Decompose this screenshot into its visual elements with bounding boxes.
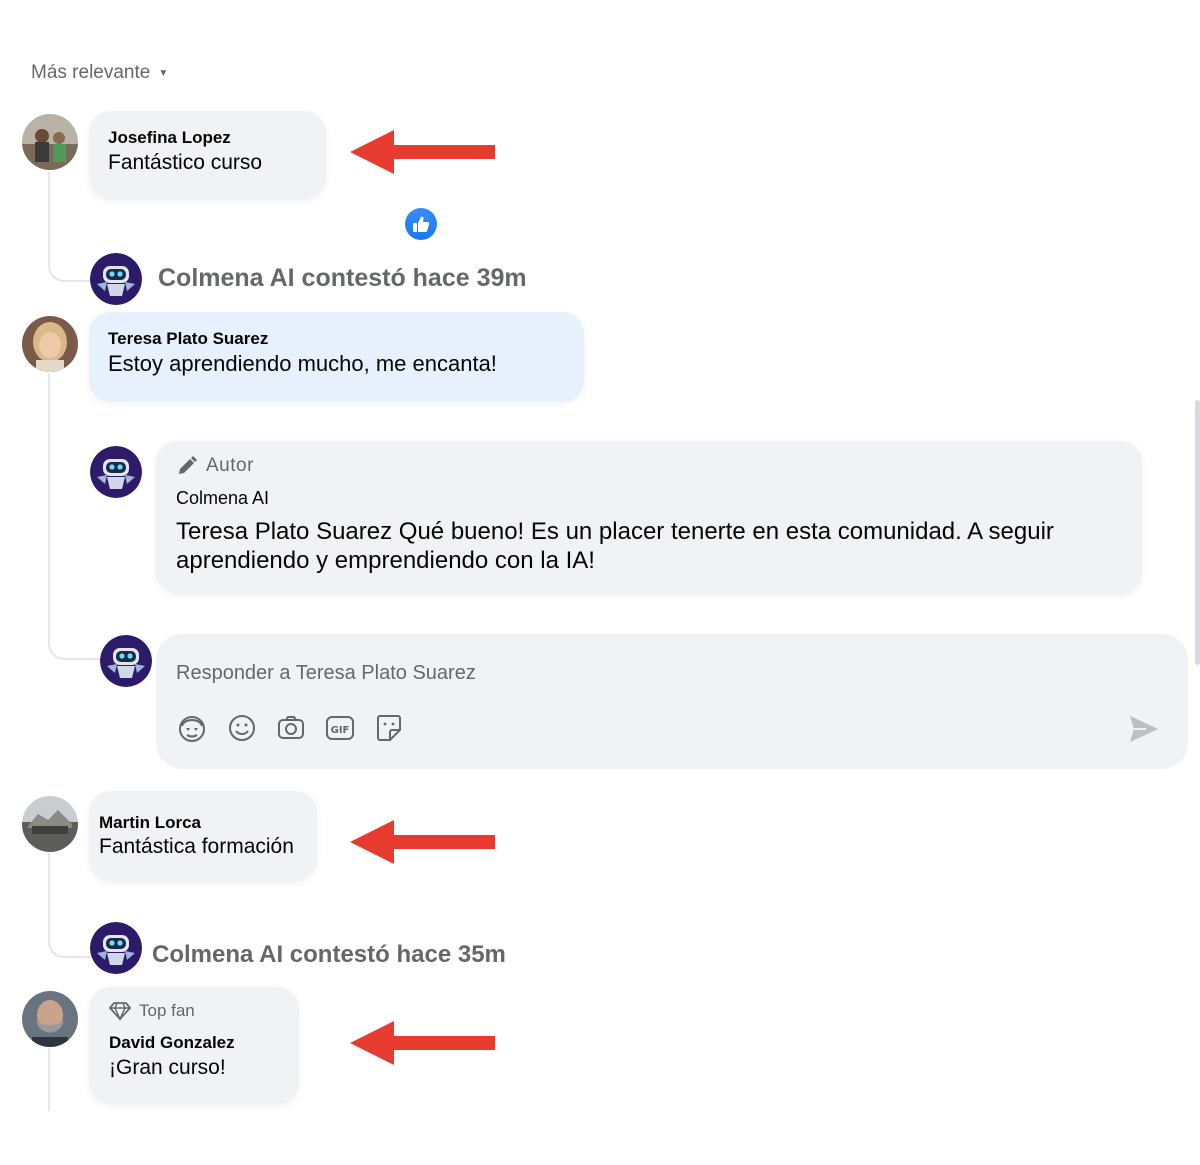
- like-reaction-icon[interactable]: [405, 208, 437, 240]
- avatar[interactable]: [22, 796, 78, 852]
- comment-bubble: Josefina Lopez Fantástico curso: [89, 111, 326, 199]
- comment-bubble: Martin Lorca Fantástica formación: [89, 791, 317, 881]
- pencil-icon: [179, 456, 197, 474]
- bot-avatar[interactable]: [90, 253, 142, 305]
- red-arrow: [350, 1021, 495, 1065]
- current-user-avatar[interactable]: [100, 635, 152, 687]
- reply-text-line-2: aprendiendo y emprendiendo con la IA!: [176, 547, 595, 574]
- sort-label: Más relevante: [31, 62, 151, 83]
- thread-connector: [48, 172, 92, 282]
- comment-text: ¡Gran curso!: [109, 1056, 226, 1079]
- red-arrow: [350, 130, 495, 174]
- comment-bubble: Teresa Plato Suarez Estoy aprendiendo mu…: [89, 312, 584, 402]
- sticker-icon[interactable]: [373, 712, 405, 744]
- scrollbar[interactable]: [1195, 400, 1200, 665]
- thread-connector: [48, 1048, 50, 1111]
- comment-bubble: Top fan David Gonzalez ¡Gran curso!: [89, 987, 299, 1104]
- thread-connector: [48, 373, 50, 643]
- top-fan-badge: Top fan: [109, 1001, 195, 1021]
- comment-author[interactable]: Teresa Plato Suarez: [108, 329, 268, 349]
- top-fan-label: Top fan: [139, 1001, 195, 1020]
- avatar-sticker-icon[interactable]: [176, 712, 208, 744]
- comment-author[interactable]: David Gonzalez: [109, 1033, 235, 1053]
- author-badge-label: Autor: [206, 455, 254, 476]
- bot-avatar[interactable]: [90, 922, 142, 974]
- bot-avatar[interactable]: [90, 446, 142, 498]
- comment-text: Fantástica formación: [99, 835, 294, 858]
- reply-author[interactable]: Colmena AI: [176, 488, 269, 509]
- comment-text: Fantástico curso: [108, 151, 263, 174]
- reply-composer: GIF: [156, 634, 1188, 769]
- reply-text-line-1: Teresa Plato Suarez Qué bueno! Es un pla…: [176, 518, 1054, 545]
- comment-author[interactable]: Martin Lorca: [99, 813, 201, 833]
- thread-connector: [48, 853, 92, 958]
- red-arrow: [350, 820, 495, 864]
- view-replies-link[interactable]: Colmena AI contestó hace 35m: [152, 941, 506, 969]
- comment-author[interactable]: Josefina Lopez: [108, 128, 231, 148]
- view-replies-link[interactable]: Colmena AI contestó hace 39m: [158, 264, 527, 293]
- thread-connector: [48, 620, 102, 660]
- avatar[interactable]: [22, 114, 78, 170]
- camera-icon[interactable]: [275, 712, 307, 744]
- gif-icon[interactable]: GIF: [324, 712, 356, 744]
- emoji-icon[interactable]: [226, 712, 258, 744]
- send-icon[interactable]: [1128, 714, 1160, 744]
- avatar[interactable]: [22, 316, 78, 372]
- svg-text:GIF: GIF: [331, 725, 350, 736]
- comment-text: Estoy aprendiendo mucho, me encanta!: [108, 351, 497, 376]
- diamond-icon: [109, 1002, 131, 1021]
- reply-bubble: Autor Colmena AI Teresa Plato Suarez Qué…: [156, 441, 1142, 594]
- chevron-down-icon: ▼: [158, 67, 169, 79]
- sort-dropdown[interactable]: Más relevante ▼: [31, 62, 168, 84]
- author-badge: Autor: [176, 455, 254, 477]
- avatar[interactable]: [22, 991, 78, 1047]
- reply-input[interactable]: [174, 654, 778, 692]
